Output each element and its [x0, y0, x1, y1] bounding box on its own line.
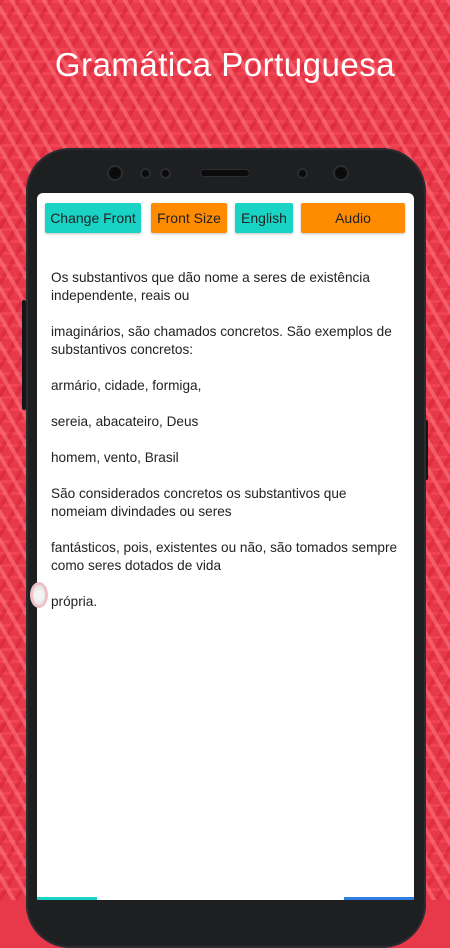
- floating-bubble-icon[interactable]: [30, 582, 48, 608]
- lesson-paragraph: armário, cidade, formiga,: [51, 378, 202, 393]
- lesson-paragraph: fantásticos, pois, existentes ou não, sã…: [51, 540, 398, 573]
- app-screen: Change Front Front Size English Audio Os…: [37, 193, 414, 900]
- front-camera-icon: [335, 167, 347, 179]
- lesson-paragraph: própria.: [51, 594, 98, 609]
- change-front-button[interactable]: Change Front: [45, 203, 141, 233]
- audio-button[interactable]: Audio: [301, 203, 405, 233]
- lesson-paragraph: São considerados concretos os substantiv…: [51, 486, 347, 519]
- lesson-paragraph: Os substantivos que dão nome a seres de …: [51, 270, 370, 303]
- page-title: Gramática Portuguesa: [54, 46, 396, 83]
- english-button[interactable]: English: [235, 203, 293, 233]
- sensor-icon: [162, 170, 169, 177]
- lesson-text: Os substantivos que dão nome a seres de …: [51, 269, 401, 629]
- earpiece-speaker: [201, 170, 249, 176]
- front-camera-icon: [109, 167, 121, 179]
- lesson-paragraph: sereia, abacateiro, Deus: [51, 414, 199, 429]
- sensor-icon: [299, 170, 306, 177]
- lesson-paragraph: homem, vento, Brasil: [51, 450, 179, 465]
- sensor-icon: [142, 170, 149, 177]
- front-size-button[interactable]: Front Size: [151, 203, 227, 233]
- lesson-paragraph: imaginários, são chamados concretos. São…: [51, 324, 392, 357]
- toolbar: Change Front Front Size English Audio: [37, 193, 414, 239]
